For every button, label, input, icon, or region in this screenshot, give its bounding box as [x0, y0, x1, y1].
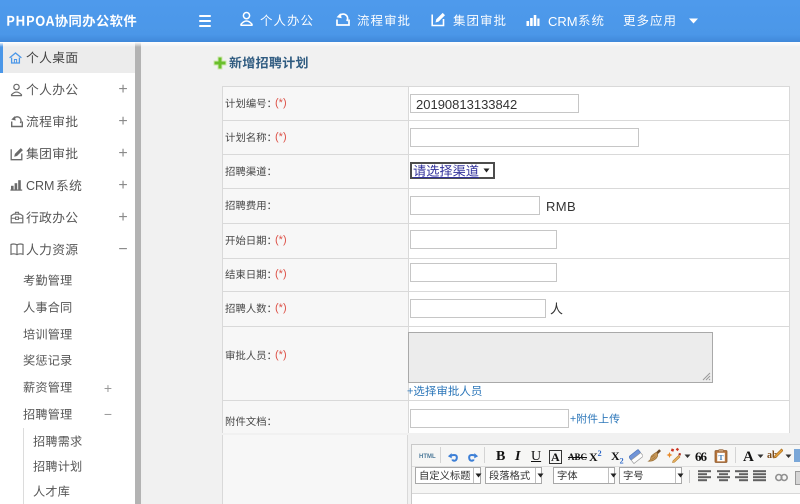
svg-text:T: T [718, 453, 723, 462]
